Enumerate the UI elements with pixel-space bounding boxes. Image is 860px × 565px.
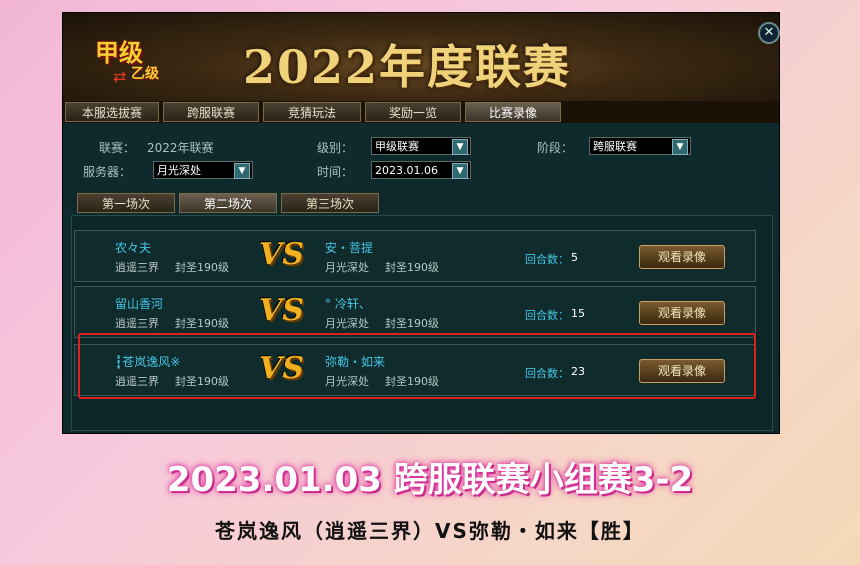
level-select-value: 甲级联赛 bbox=[375, 140, 419, 153]
filter-panel: 联赛： 2022年联赛 服务器： 月光深处 ▼ 级别： 甲级联赛 ▼ 时间： 2… bbox=[63, 125, 779, 191]
watch-replay-button[interactable]: 观看录像 bbox=[639, 245, 725, 269]
player1-name: 留山香河 bbox=[115, 297, 164, 311]
highlight-box bbox=[78, 333, 756, 399]
player2-name: ° 冷轩、 bbox=[325, 297, 371, 311]
player1-rank: 封圣190级 bbox=[175, 317, 229, 330]
player1-rank: 封圣190级 bbox=[175, 261, 229, 274]
player2-rank: 封圣190级 bbox=[385, 261, 439, 274]
tab-cross-server-league[interactable]: 跨服联赛 bbox=[163, 102, 259, 122]
banner: 甲级 ⇄ 乙级 2022年度联赛 bbox=[63, 13, 779, 101]
tab-match-replay[interactable]: 比赛录像 bbox=[465, 102, 561, 122]
player2-server: 月光深处 bbox=[325, 261, 369, 274]
time-select-value: 2023.01.06 bbox=[375, 164, 438, 177]
player2-name: 安・菩提 bbox=[325, 241, 374, 255]
player1-server: 逍遥三界 bbox=[115, 261, 159, 274]
stage-label: 阶段： bbox=[537, 141, 574, 155]
league-value: 2022年联赛 bbox=[147, 141, 214, 155]
chevron-down-icon[interactable]: ▼ bbox=[234, 163, 250, 179]
league-logo: 甲级 ⇄ 乙级 bbox=[91, 33, 167, 93]
server-select-value: 月光深处 bbox=[157, 164, 201, 177]
stage-select[interactable]: 跨服联赛 ▼ bbox=[589, 137, 691, 155]
vs-emblem: VS bbox=[259, 293, 304, 328]
time-select[interactable]: 2023.01.06 ▼ bbox=[371, 161, 471, 179]
rounds-label: 回合数： bbox=[525, 253, 569, 266]
level-label: 级别： bbox=[317, 141, 354, 155]
subtab-round-3[interactable]: 第三场次 bbox=[281, 193, 379, 213]
banner-title: 2022年度联赛 bbox=[243, 40, 572, 94]
swap-arrow-icon: ⇄ bbox=[113, 67, 127, 86]
rounds-label: 回合数： bbox=[525, 309, 569, 322]
caption-result: 苍岚逸风（逍遥三界）VS弥勒・如来【胜】 bbox=[215, 519, 645, 543]
tab-rewards[interactable]: 奖励一览 bbox=[365, 102, 461, 122]
server-label: 服务器： bbox=[83, 165, 132, 179]
player1-name: 农々夫 bbox=[115, 241, 152, 255]
logo-bottom-text: 乙级 bbox=[131, 66, 159, 82]
rounds-value: 5 bbox=[571, 251, 578, 264]
tab-betting[interactable]: 竞猜玩法 bbox=[263, 102, 361, 122]
chevron-down-icon[interactable]: ▼ bbox=[452, 163, 468, 179]
player2-server: 月光深处 bbox=[325, 317, 369, 330]
caption-title: 2023.01.03 跨服联赛小组赛3-2 bbox=[166, 460, 694, 500]
main-tabs: 本服选拔赛 跨服联赛 竞猜玩法 奖励一览 比赛录像 bbox=[63, 101, 779, 123]
match-row: 农々夫 逍遥三界 封圣190级 VS 安・菩提 月光深处 封圣190级 回合数：… bbox=[74, 230, 756, 282]
player1-server: 逍遥三界 bbox=[115, 317, 159, 330]
tab-local-selection[interactable]: 本服选拔赛 bbox=[65, 102, 159, 122]
close-icon[interactable]: ✕ bbox=[758, 22, 780, 44]
chevron-down-icon[interactable]: ▼ bbox=[452, 139, 468, 155]
league-label: 联赛： bbox=[99, 141, 136, 155]
player2-rank: 封圣190级 bbox=[385, 317, 439, 330]
vs-emblem: VS bbox=[259, 237, 304, 272]
rounds-value: 15 bbox=[571, 307, 585, 320]
match-row: 留山香河 逍遥三界 封圣190级 VS ° 冷轩、 月光深处 封圣190级 回合… bbox=[74, 286, 756, 338]
chevron-down-icon[interactable]: ▼ bbox=[672, 139, 688, 155]
subtab-round-2[interactable]: 第二场次 bbox=[179, 193, 277, 213]
stage-select-value: 跨服联赛 bbox=[593, 140, 637, 153]
level-select[interactable]: 甲级联赛 ▼ bbox=[371, 137, 471, 155]
time-label: 时间： bbox=[317, 165, 354, 179]
watch-replay-button[interactable]: 观看录像 bbox=[639, 301, 725, 325]
subtab-round-1[interactable]: 第一场次 bbox=[77, 193, 175, 213]
server-select[interactable]: 月光深处 ▼ bbox=[153, 161, 253, 179]
